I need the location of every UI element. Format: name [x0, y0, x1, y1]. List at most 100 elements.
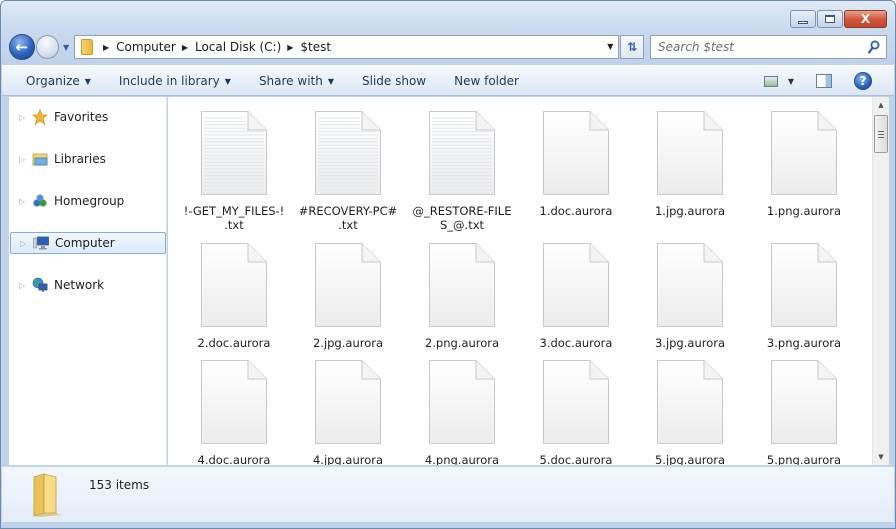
breadcrumb-separator-icon[interactable]: ▶	[287, 43, 293, 52]
sidebar-item-network[interactable]: ▷ Network	[10, 274, 166, 296]
blank-file-icon	[656, 242, 724, 328]
change-view-icon[interactable]	[763, 75, 778, 87]
file-name-line: @_RESTORE-FILE	[412, 204, 512, 218]
refresh-icon: ⇅	[627, 40, 638, 54]
file-name-line: 4.png.aurora	[424, 453, 500, 465]
file-item[interactable]: 5.png.aurora	[752, 359, 856, 465]
file-item[interactable]: 3.jpg.aurora	[638, 242, 742, 350]
homegroup-icon	[32, 193, 48, 209]
blank-file-icon	[200, 242, 268, 328]
blank-file-icon	[770, 359, 838, 445]
scroll-down-arrow-icon[interactable]: ▼	[873, 449, 889, 465]
blank-file-icon	[428, 359, 496, 445]
new-folder-button[interactable]: New folder	[440, 74, 533, 88]
sidebar-item-homegroup[interactable]: ▷ Homegroup	[10, 190, 166, 212]
search-input[interactable]	[658, 40, 859, 54]
expand-arrow-icon[interactable]: ▷	[19, 113, 27, 122]
expand-arrow-icon[interactable]: ▷	[20, 239, 28, 248]
file-name: !-GET_MY_FILES-! .txt	[182, 204, 286, 232]
address-bar[interactable]: ▶ Computer ▶ Local Disk (C:) ▶ $test ▼	[74, 35, 620, 59]
slide-show-button[interactable]: Slide show	[348, 74, 440, 88]
blank-file-icon	[542, 242, 610, 328]
search-box[interactable]	[650, 35, 888, 59]
libraries-icon	[32, 151, 48, 167]
item-count: 153 items	[89, 478, 150, 492]
file-item[interactable]: 2.doc.aurora	[182, 242, 286, 350]
minimize-button[interactable]	[790, 10, 816, 28]
preview-pane-icon[interactable]	[816, 74, 832, 88]
vertical-scrollbar[interactable]: ▲ ▼	[872, 97, 889, 465]
file-item[interactable]: 3.png.aurora	[752, 242, 856, 350]
close-button[interactable]: X	[844, 10, 887, 28]
file-item[interactable]: 1.png.aurora	[752, 110, 856, 218]
file-name: 4.jpg.aurora	[296, 453, 400, 465]
breadcrumb-computer[interactable]: Computer	[116, 40, 176, 54]
chevron-down-icon: ▼	[84, 76, 91, 86]
file-item[interactable]: 5.doc.aurora	[524, 359, 628, 465]
refresh-button[interactable]: ⇅	[620, 35, 645, 59]
scroll-up-arrow-icon[interactable]: ▲	[873, 97, 889, 113]
file-item[interactable]: 4.png.aurora	[410, 359, 514, 465]
breadcrumb-local-disk[interactable]: Local Disk (C:)	[195, 40, 281, 54]
file-item[interactable]: @_RESTORE-FILE S_@.txt	[410, 110, 514, 232]
file-item[interactable]: 4.doc.aurora	[182, 359, 286, 465]
file-item[interactable]: 1.doc.aurora	[524, 110, 628, 218]
blank-file-icon	[656, 359, 724, 445]
blank-file-icon	[314, 242, 382, 328]
back-button[interactable]: ←	[9, 34, 35, 60]
file-name-line: 2.jpg.aurora	[312, 336, 384, 350]
file-item[interactable]: 1.jpg.aurora	[638, 110, 742, 218]
include-in-library-button[interactable]: Include in library ▼	[105, 74, 245, 88]
expand-arrow-icon[interactable]: ▷	[19, 197, 27, 206]
breadcrumb-test[interactable]: $test	[300, 40, 331, 54]
view-options-dropdown-icon[interactable]: ▼	[788, 77, 794, 86]
file-item[interactable]: !-GET_MY_FILES-! .txt	[182, 110, 286, 232]
file-name-line: 4.doc.aurora	[197, 453, 271, 465]
blank-file-icon	[200, 359, 268, 445]
folder-icon	[81, 39, 93, 55]
file-name-line: 1.png.aurora	[766, 204, 842, 218]
view-controls: ▼ ?	[763, 72, 872, 90]
search-icon[interactable]	[868, 40, 880, 54]
file-name-line: 3.doc.aurora	[539, 336, 613, 350]
breadcrumb-separator-icon[interactable]: ▶	[182, 43, 188, 52]
file-name-line: !-GET_MY_FILES-!	[183, 204, 285, 218]
expand-arrow-icon[interactable]: ▷	[19, 281, 27, 290]
scrollbar-thumb[interactable]	[874, 115, 888, 153]
address-dropdown-icon[interactable]: ▼	[607, 42, 613, 51]
blank-file-icon	[428, 242, 496, 328]
file-item[interactable]: 2.png.aurora	[410, 242, 514, 350]
navigation-bar: ← ▼ ▶ Computer ▶ Local Disk (C:) ▶ $test…	[9, 34, 888, 60]
file-name-line: 5.png.aurora	[766, 453, 842, 465]
file-name-line: 1.doc.aurora	[539, 204, 613, 218]
maximize-button[interactable]	[817, 10, 843, 28]
folder-icon	[33, 473, 62, 517]
sidebar-item-favorites[interactable]: ▷ Favorites	[10, 106, 166, 128]
details-pane: 153 items	[2, 466, 894, 522]
file-item[interactable]: 4.jpg.aurora	[296, 359, 400, 465]
file-name: @_RESTORE-FILE S_@.txt	[410, 204, 514, 232]
expand-arrow-icon[interactable]: ▷	[19, 155, 27, 164]
file-name: #RECOVERY-PC# .txt	[296, 204, 400, 232]
breadcrumb-separator-icon[interactable]: ▶	[103, 43, 109, 52]
file-name-line: 4.jpg.aurora	[312, 453, 384, 465]
recent-pages-dropdown[interactable]: ▼	[60, 43, 72, 52]
sidebar-item-computer[interactable]: ▷ Computer	[10, 232, 166, 254]
help-icon[interactable]: ?	[854, 72, 872, 90]
file-item[interactable]: 3.doc.aurora	[524, 242, 628, 350]
file-item[interactable]: 2.jpg.aurora	[296, 242, 400, 350]
blank-file-icon	[542, 110, 610, 196]
blank-file-icon	[542, 359, 610, 445]
blank-file-icon	[314, 359, 382, 445]
file-name: 2.jpg.aurora	[296, 336, 400, 350]
file-name-line: #RECOVERY-PC#	[298, 204, 398, 218]
file-name-line: 5.doc.aurora	[539, 453, 613, 465]
organize-button[interactable]: Organize ▼	[2, 74, 105, 88]
file-item[interactable]: 5.jpg.aurora	[638, 359, 742, 465]
sidebar-item-libraries[interactable]: ▷ Libraries	[10, 148, 166, 170]
forward-button[interactable]	[35, 35, 60, 59]
file-name: 4.png.aurora	[410, 453, 514, 465]
file-item[interactable]: #RECOVERY-PC# .txt	[296, 110, 400, 232]
file-name: 3.png.aurora	[752, 336, 856, 350]
share-with-button[interactable]: Share with ▼	[245, 74, 348, 88]
